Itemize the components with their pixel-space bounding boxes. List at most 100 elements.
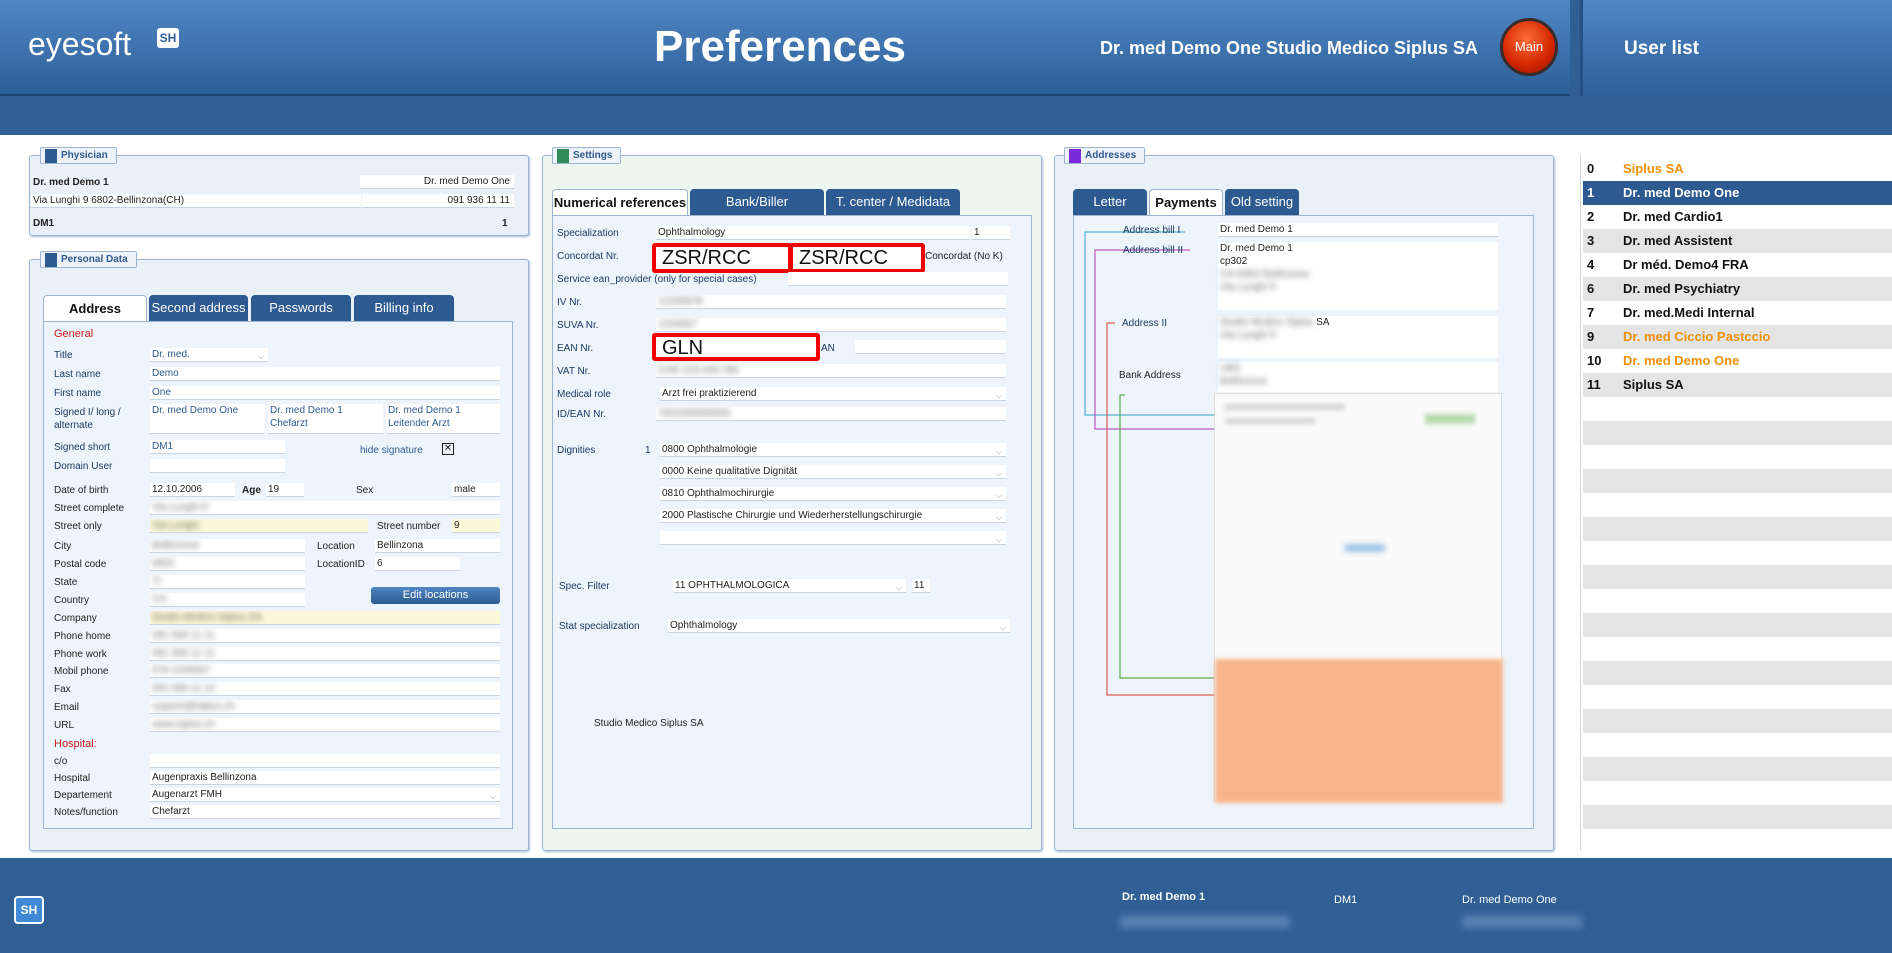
user-number: 3: [1587, 233, 1595, 248]
physician-phone[interactable]: 091 936 11 11: [362, 194, 514, 208]
iv-field[interactable]: 12345678: [656, 295, 1006, 309]
medical-role-select[interactable]: Arzt frei praktizierend ⌵: [660, 387, 1006, 401]
url-field[interactable]: www.siplus.ch: [150, 718, 500, 732]
tab-bank-biller[interactable]: Bank/Biller: [690, 189, 824, 215]
signed-long-field[interactable]: Dr. med Demo One: [150, 404, 265, 434]
dignity-select[interactable]: 0810 Ophthalmochirurgie ⌵: [660, 487, 1006, 501]
suva-field[interactable]: 1234567: [656, 318, 1006, 332]
signed-alternate-field[interactable]: Dr. med Demo 1 Leitender Arzt: [386, 404, 500, 434]
tab-billing-info[interactable]: Billing info: [354, 295, 454, 321]
mobil-phone-field[interactable]: 079 1234567: [150, 664, 500, 678]
postal-code-field[interactable]: 6802: [150, 557, 305, 571]
user-list-row[interactable]: 10 Dr. med Demo One: [1583, 349, 1892, 373]
fax-field[interactable]: 091 936 11 12: [150, 682, 500, 696]
tab-passwords[interactable]: Passwords: [251, 295, 351, 321]
user-name: Dr. med Assistent: [1623, 233, 1733, 248]
dignity-select[interactable]: 0800 Ophthalmologie ⌵: [660, 443, 1006, 457]
user-list-row: [1583, 421, 1892, 445]
street-only-field[interactable]: Via Lunghi: [150, 519, 368, 533]
user-list-row[interactable]: 1 Dr. med Demo One: [1583, 181, 1892, 205]
user-list-row[interactable]: 0 Siplus SA: [1583, 157, 1892, 181]
co-label: c/o: [54, 756, 68, 767]
co-field[interactable]: [150, 754, 500, 768]
bank-address-field[interactable]: UBS Bellinzona: [1218, 362, 1498, 392]
footer-logo-icon[interactable]: SH: [14, 896, 44, 924]
address-bill-1-field[interactable]: Dr. med Demo 1: [1218, 223, 1498, 237]
edit-locations-button[interactable]: Edit locations: [371, 587, 500, 604]
service-ean-field[interactable]: [788, 272, 1008, 286]
user-list-row[interactable]: 9 Dr. med Ciccio Pastccio: [1583, 325, 1892, 349]
title-value: Dr. med.: [152, 349, 190, 360]
physician-full-name[interactable]: Dr. med Demo One: [360, 175, 514, 189]
address-2-field[interactable]: Studio Medico Siplus SA Via Lunghi 9: [1218, 316, 1498, 358]
user-list-row[interactable]: 2 Dr. med Cardio1: [1583, 205, 1892, 229]
vat-field[interactable]: CHE-123.456.789: [656, 364, 1006, 378]
user-list-row[interactable]: 11 Siplus SA: [1583, 373, 1892, 397]
specialization-field[interactable]: Ophthalmology: [656, 226, 970, 240]
dignity-select[interactable]: 0000 Keine qualitative Dignität ⌵: [660, 465, 1006, 479]
user-number: 6: [1587, 281, 1595, 296]
signed-short-field[interactable]: DM1: [150, 440, 285, 454]
company-field[interactable]: Studio Medico Siplus SA: [150, 611, 500, 625]
department-select[interactable]: Augenarzt FMH ⌵: [150, 788, 500, 802]
section-marker-icon: [1069, 149, 1081, 163]
email-field[interactable]: support@siplus.ch: [150, 700, 500, 714]
age-field[interactable]: 19: [266, 483, 304, 497]
tab-second-address[interactable]: Second address: [149, 295, 248, 321]
tab-t-center-medidata[interactable]: T. center / Medidata: [826, 189, 960, 215]
user-list-row[interactable]: 4 Dr méd. Demo4 FRA: [1583, 253, 1892, 277]
an-field[interactable]: [855, 340, 1006, 354]
zsr-rcc-field-2[interactable]: ZSR/RCC: [789, 243, 925, 273]
user-list-row[interactable]: 7 Dr. med.Medi Internal: [1583, 301, 1892, 325]
state-field[interactable]: TI: [150, 575, 305, 589]
user-number: 10: [1587, 353, 1602, 368]
location-field[interactable]: Bellinzona: [375, 539, 500, 553]
signed-chefarzt-field[interactable]: Dr. med Demo 1 Chefarzt: [268, 404, 383, 434]
zsr-rcc-field[interactable]: ZSR/RCC: [652, 243, 792, 273]
mobil-phone-label: Mobil phone: [54, 666, 109, 677]
address-bill-2-field[interactable]: Dr. med Demo 1 cp302 CH-6802 Bellinzona …: [1218, 242, 1498, 310]
gln-field[interactable]: GLN: [652, 333, 820, 361]
user-list-row: [1583, 493, 1892, 517]
last-name-field[interactable]: Demo: [150, 367, 500, 381]
street-number-field[interactable]: 9: [452, 519, 500, 533]
footer-doctor-full: Dr. med Demo One: [1462, 894, 1557, 906]
hospital-field[interactable]: Augenpraxis Bellinzona: [150, 771, 500, 785]
phone-work-field[interactable]: 091 936 11 11: [150, 647, 500, 661]
section-marker-icon: [557, 149, 569, 163]
sex-field[interactable]: male: [452, 483, 500, 497]
specialization-number[interactable]: 1: [972, 226, 1010, 240]
id-ean-field[interactable]: 7601000000000: [656, 407, 1006, 421]
spec-filter-number[interactable]: 11: [912, 579, 930, 593]
dignity-select[interactable]: ⌵: [660, 531, 1006, 545]
tab-old-setting[interactable]: Old setting: [1225, 189, 1299, 215]
tab-payments[interactable]: Payments: [1149, 189, 1223, 215]
spec-filter-select[interactable]: 11 OPHTHALMOLOGICA ⌵: [673, 579, 906, 593]
hide-signature-checkbox[interactable]: ✕: [442, 443, 454, 455]
domain-user-field[interactable]: [150, 459, 285, 473]
tab-letter[interactable]: Letter: [1073, 189, 1147, 215]
main-button[interactable]: Main: [1500, 18, 1558, 76]
location-id-label: LocationID: [317, 559, 365, 570]
company-label: Company: [54, 613, 97, 624]
phone-home-field[interactable]: 091 936 11 11: [150, 629, 500, 643]
city-field[interactable]: Bellinzona: [150, 539, 305, 553]
first-name-field[interactable]: One: [150, 386, 500, 400]
stat-specialization-select[interactable]: Ophthalmology ⌵: [668, 619, 1010, 633]
location-id-field[interactable]: 6: [375, 557, 460, 571]
dignity-select[interactable]: 2000 Plastische Chirurgie und Wiederhers…: [660, 509, 1006, 523]
country-field[interactable]: CH: [150, 593, 305, 607]
user-list-row[interactable]: 3 Dr. med Assistent: [1583, 229, 1892, 253]
user-name: Dr. med Ciccio Pastccio: [1623, 329, 1771, 344]
physician-code-number: 1: [502, 218, 508, 229]
title-select[interactable]: Dr. med. ⌵: [150, 348, 268, 362]
tab-address[interactable]: Address: [43, 295, 147, 321]
notes-field[interactable]: Chefarzt: [150, 805, 500, 819]
physician-address[interactable]: Via Lunghi 9 6802-Bellinzona(CH): [31, 194, 361, 208]
user-list-row[interactable]: 6 Dr. med Psychiatry: [1583, 277, 1892, 301]
tab-numerical-references[interactable]: Numerical references: [552, 189, 688, 215]
street-complete-field[interactable]: Via Lunghi 9: [150, 501, 500, 515]
dob-field[interactable]: 12.10.2006: [150, 483, 235, 497]
chevron-down-icon: ⌵: [995, 513, 1002, 522]
settings-section-tab: Settings: [552, 147, 622, 164]
